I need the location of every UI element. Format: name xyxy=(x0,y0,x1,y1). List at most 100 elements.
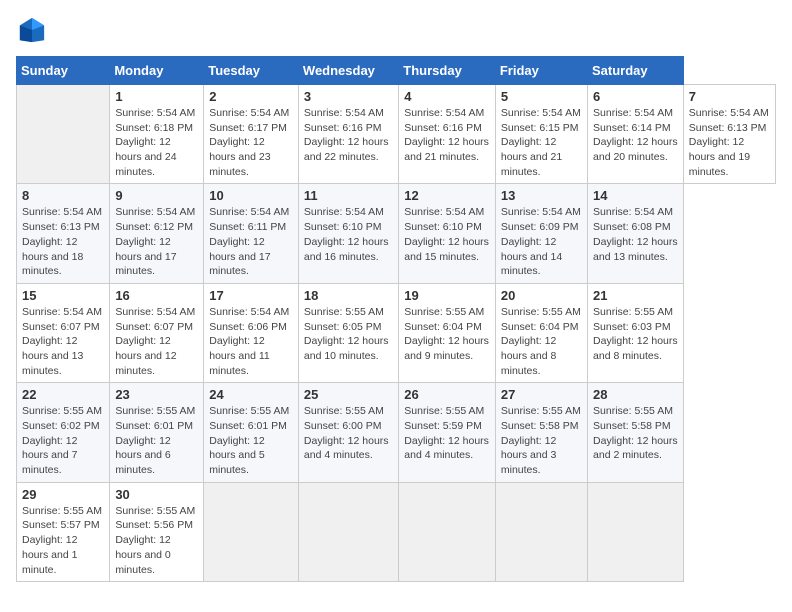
header-cell-tuesday: Tuesday xyxy=(204,57,299,85)
day-number: 4 xyxy=(404,89,490,104)
day-info: Sunrise: 5:54 AMSunset: 6:17 PMDaylight:… xyxy=(209,107,289,178)
calendar-header: SundayMondayTuesdayWednesdayThursdayFrid… xyxy=(17,57,776,85)
day-number: 12 xyxy=(404,188,490,203)
day-number: 18 xyxy=(304,288,393,303)
day-info: Sunrise: 5:54 AMSunset: 6:09 PMDaylight:… xyxy=(501,206,581,277)
day-info: Sunrise: 5:55 AMSunset: 6:00 PMDaylight:… xyxy=(304,405,389,461)
day-number: 30 xyxy=(115,487,198,502)
calendar-cell: 30 Sunrise: 5:55 AMSunset: 5:56 PMDayligh… xyxy=(110,482,204,581)
day-number: 19 xyxy=(404,288,490,303)
day-info: Sunrise: 5:54 AMSunset: 6:12 PMDaylight:… xyxy=(115,206,195,277)
day-info: Sunrise: 5:54 AMSunset: 6:11 PMDaylight:… xyxy=(209,206,289,277)
logo xyxy=(16,16,46,44)
day-number: 2 xyxy=(209,89,293,104)
calendar-cell: 20Sunrise: 5:55 AMSunset: 6:04 PMDayligh… xyxy=(495,283,587,382)
day-number: 7 xyxy=(689,89,770,104)
day-info: Sunrise: 5:54 AMSunset: 6:06 PMDaylight:… xyxy=(209,306,289,377)
day-number: 1 xyxy=(115,89,198,104)
calendar-cell: 23 Sunrise: 5:55 AMSunset: 6:01 PMDayligh… xyxy=(110,383,204,482)
calendar-cell xyxy=(204,482,299,581)
calendar-cell: 27 Sunrise: 5:55 AMSunset: 5:58 PMDayligh… xyxy=(495,383,587,482)
day-info: Sunrise: 5:54 AMSunset: 6:13 PMDaylight:… xyxy=(22,206,102,277)
day-info: Sunrise: 5:55 AMSunset: 6:01 PMDaylight:… xyxy=(115,405,195,476)
day-info: Sunrise: 5:54 AMSunset: 6:07 PMDaylight:… xyxy=(115,306,195,377)
day-info: Sunrise: 5:55 AMSunset: 5:57 PMDaylight:… xyxy=(22,505,102,576)
day-number: 23 xyxy=(115,387,198,402)
week-row-2: 15 Sunrise: 5:54 AMSunset: 6:07 PMDayligh… xyxy=(17,283,776,382)
calendar-cell xyxy=(399,482,496,581)
week-row-3: 22Sunrise: 5:55 AMSunset: 6:02 PMDayligh… xyxy=(17,383,776,482)
calendar-cell xyxy=(495,482,587,581)
calendar-cell: 15 Sunrise: 5:54 AMSunset: 6:07 PMDayligh… xyxy=(17,283,110,382)
calendar-cell: 3 Sunrise: 5:54 AMSunset: 6:16 PMDaylight… xyxy=(298,85,398,184)
calendar-cell: 29 Sunrise: 5:55 AMSunset: 5:57 PMDayligh… xyxy=(17,482,110,581)
day-number: 14 xyxy=(593,188,678,203)
calendar-cell xyxy=(17,85,110,184)
page-header xyxy=(16,16,776,44)
calendar-cell: 10 Sunrise: 5:54 AMSunset: 6:11 PMDayligh… xyxy=(204,184,299,283)
week-row-4: 29 Sunrise: 5:55 AMSunset: 5:57 PMDayligh… xyxy=(17,482,776,581)
day-info: Sunrise: 5:54 AMSunset: 6:14 PMDaylight:… xyxy=(593,107,678,163)
week-row-1: 8Sunrise: 5:54 AMSunset: 6:13 PMDaylight… xyxy=(17,184,776,283)
header-cell-friday: Friday xyxy=(495,57,587,85)
calendar-cell: 16 Sunrise: 5:54 AMSunset: 6:07 PMDayligh… xyxy=(110,283,204,382)
logo-icon xyxy=(18,16,46,44)
day-number: 3 xyxy=(304,89,393,104)
day-info: Sunrise: 5:54 AMSunset: 6:07 PMDaylight:… xyxy=(22,306,102,377)
day-number: 27 xyxy=(501,387,582,402)
header-cell-saturday: Saturday xyxy=(588,57,684,85)
day-info: Sunrise: 5:54 AMSunset: 6:18 PMDaylight:… xyxy=(115,107,195,178)
calendar-cell: 25 Sunrise: 5:55 AMSunset: 6:00 PMDayligh… xyxy=(298,383,398,482)
header-cell-monday: Monday xyxy=(110,57,204,85)
day-info: Sunrise: 5:55 AMSunset: 6:01 PMDaylight:… xyxy=(209,405,289,476)
day-number: 16 xyxy=(115,288,198,303)
calendar-cell: 18Sunrise: 5:55 AMSunset: 6:05 PMDayligh… xyxy=(298,283,398,382)
calendar-cell: 9 Sunrise: 5:54 AMSunset: 6:12 PMDaylight… xyxy=(110,184,204,283)
day-number: 9 xyxy=(115,188,198,203)
day-number: 13 xyxy=(501,188,582,203)
day-info: Sunrise: 5:55 AMSunset: 5:58 PMDaylight:… xyxy=(501,405,581,476)
day-info: Sunrise: 5:55 AMSunset: 5:59 PMDaylight:… xyxy=(404,405,489,461)
day-info: Sunrise: 5:54 AMSunset: 6:10 PMDaylight:… xyxy=(404,206,489,262)
calendar-table: SundayMondayTuesdayWednesdayThursdayFrid… xyxy=(16,56,776,582)
calendar-cell xyxy=(298,482,398,581)
day-number: 15 xyxy=(22,288,104,303)
day-number: 24 xyxy=(209,387,293,402)
calendar-cell: 21 Sunrise: 5:55 AMSunset: 6:03 PMDayligh… xyxy=(588,283,684,382)
calendar-cell: 22Sunrise: 5:55 AMSunset: 6:02 PMDayligh… xyxy=(17,383,110,482)
day-info: Sunrise: 5:54 AMSunset: 6:15 PMDaylight:… xyxy=(501,107,581,178)
header-cell-sunday: Sunday xyxy=(17,57,110,85)
day-info: Sunrise: 5:55 AMSunset: 5:56 PMDaylight:… xyxy=(115,505,195,576)
day-number: 29 xyxy=(22,487,104,502)
calendar-cell: 7Sunrise: 5:54 AMSunset: 6:13 PMDaylight… xyxy=(683,85,775,184)
header-cell-wednesday: Wednesday xyxy=(298,57,398,85)
calendar-cell: 19 Sunrise: 5:55 AMSunset: 6:04 PMDayligh… xyxy=(399,283,496,382)
day-number: 20 xyxy=(501,288,582,303)
day-info: Sunrise: 5:55 AMSunset: 6:04 PMDaylight:… xyxy=(404,306,489,362)
day-number: 25 xyxy=(304,387,393,402)
calendar-cell: 14Sunrise: 5:54 AMSunset: 6:08 PMDayligh… xyxy=(588,184,684,283)
day-number: 5 xyxy=(501,89,582,104)
day-number: 10 xyxy=(209,188,293,203)
day-number: 6 xyxy=(593,89,678,104)
day-number: 17 xyxy=(209,288,293,303)
day-info: Sunrise: 5:55 AMSunset: 6:03 PMDaylight:… xyxy=(593,306,678,362)
calendar-cell: 2 Sunrise: 5:54 AMSunset: 6:17 PMDaylight… xyxy=(204,85,299,184)
calendar-cell: 26 Sunrise: 5:55 AMSunset: 5:59 PMDayligh… xyxy=(399,383,496,482)
week-row-0: 1 Sunrise: 5:54 AMSunset: 6:18 PMDaylight… xyxy=(17,85,776,184)
day-number: 26 xyxy=(404,387,490,402)
calendar-cell: 1 Sunrise: 5:54 AMSunset: 6:18 PMDaylight… xyxy=(110,85,204,184)
calendar-cell: 11Sunrise: 5:54 AMSunset: 6:10 PMDayligh… xyxy=(298,184,398,283)
calendar-cell: 28 Sunrise: 5:55 AMSunset: 5:58 PMDayligh… xyxy=(588,383,684,482)
day-info: Sunrise: 5:55 AMSunset: 6:02 PMDaylight:… xyxy=(22,405,102,476)
header-row: SundayMondayTuesdayWednesdayThursdayFrid… xyxy=(17,57,776,85)
header-cell-thursday: Thursday xyxy=(399,57,496,85)
day-info: Sunrise: 5:55 AMSunset: 5:58 PMDaylight:… xyxy=(593,405,678,461)
calendar-cell: 13 Sunrise: 5:54 AMSunset: 6:09 PMDayligh… xyxy=(495,184,587,283)
calendar-cell xyxy=(588,482,684,581)
calendar-cell: 17 Sunrise: 5:54 AMSunset: 6:06 PMDayligh… xyxy=(204,283,299,382)
day-number: 21 xyxy=(593,288,678,303)
day-number: 28 xyxy=(593,387,678,402)
calendar-cell: 4Sunrise: 5:54 AMSunset: 6:16 PMDaylight… xyxy=(399,85,496,184)
day-info: Sunrise: 5:54 AMSunset: 6:16 PMDaylight:… xyxy=(304,107,389,163)
